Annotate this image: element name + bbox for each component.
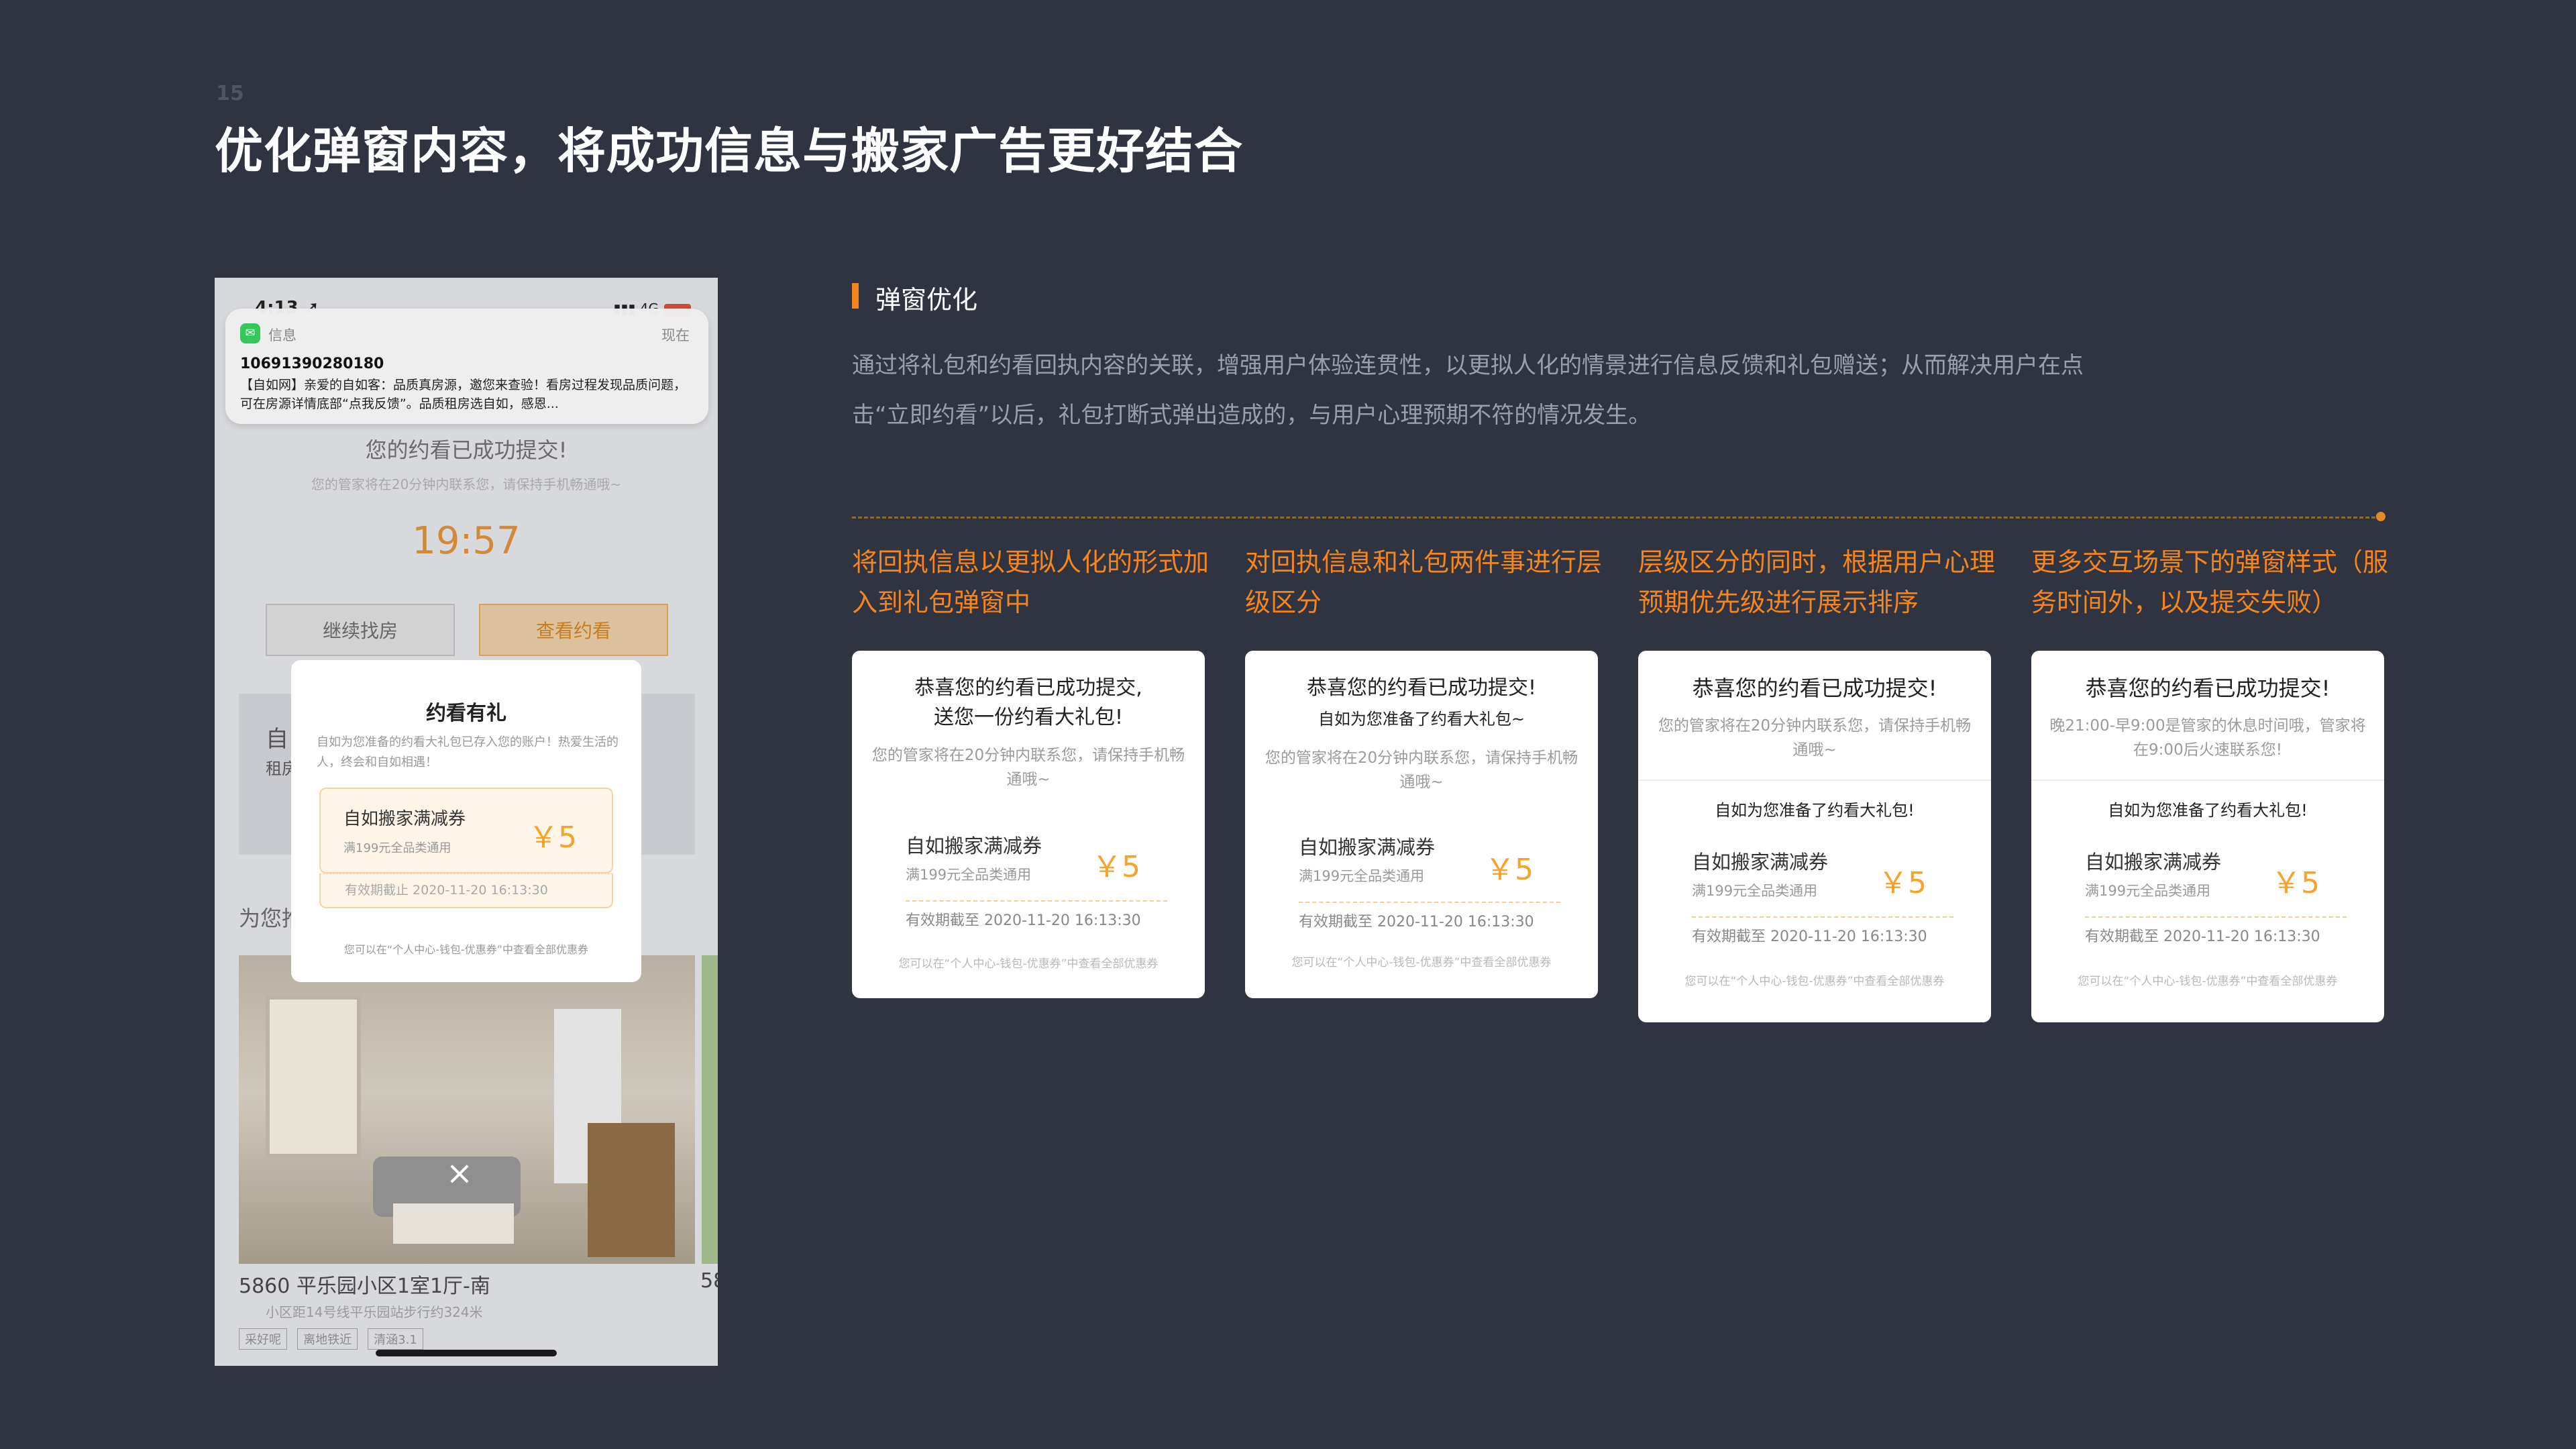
section-accent-bar: [852, 283, 859, 309]
room-window: [266, 996, 361, 1158]
card-coupon-name: 自如搬家满减券: [1299, 836, 1436, 859]
card-footer-note: 您可以在“个人中心-钱包-优惠券”中查看全部优惠券: [1291, 956, 1552, 969]
card-title-line1: 恭喜您的约看已成功提交!: [2085, 676, 2330, 701]
notification-sender: 10691390280180: [240, 356, 384, 372]
card-gift-line: 自如为您准备了约看大礼包!: [2108, 801, 2308, 820]
divider-dot: [2376, 512, 2385, 521]
bg-card-char: 自: [266, 726, 288, 753]
continue-search-button[interactable]: 继续找房: [266, 604, 455, 656]
room-cabinet: [588, 1123, 675, 1257]
card-coupon-value: ￥5: [1092, 850, 1140, 884]
success-subtitle: 您的管家将在20分钟内联系您，请保持手机畅通哦~: [311, 476, 622, 492]
card-coupon-name: 自如搬家满减券: [2085, 851, 2222, 873]
card-footer-note: 您可以在“个人中心-钱包-优惠券”中查看全部优惠券: [898, 957, 1159, 971]
listing-title[interactable]: 5860 平乐园小区1室1厅-南: [239, 1269, 490, 1299]
coupon-expiry: 有效期截止 2020-11-20 16:13:30: [319, 873, 613, 908]
card-dashed-divider: [906, 900, 1167, 902]
card-dashed-divider: [1692, 916, 1953, 918]
card-dashed-divider: [2085, 916, 2347, 918]
notification-app-name: 信息: [268, 327, 297, 343]
listing-subtitle: 小区距14号线平乐园站步行约324米: [266, 1304, 483, 1320]
listing-photo[interactable]: [239, 955, 695, 1264]
listing-tag: 离地铁近: [297, 1328, 358, 1350]
next-listing-photo[interactable]: [702, 955, 718, 1264]
notification-body: 【自如网】亲爱的自如客：品质真房源，邀您来查验！看房过程发现品质问题，可在房源详…: [240, 378, 687, 411]
card-footer-note: 您可以在“个人中心-钱包-优惠券”中查看全部优惠券: [2078, 975, 2338, 988]
modal-title: 约看有礼: [426, 702, 506, 725]
card-title-line2: 自如为您准备了约看大礼包~: [1318, 710, 1525, 729]
section-title: 弹窗优化: [875, 285, 978, 315]
modal-footer-note: 您可以在“个人中心-钱包-优惠券”中查看全部优惠券: [343, 943, 589, 956]
countdown-timer: 19:57: [412, 519, 521, 563]
home-indicator[interactable]: [376, 1350, 557, 1356]
dashed-divider: [852, 517, 2381, 519]
listing-tags: 采好呢 离地铁近 清涵3.1: [239, 1328, 430, 1350]
page-number: 15: [216, 82, 244, 105]
card-expiry: 有效期截至 2020-11-20 16:13:30: [1692, 928, 1927, 945]
close-icon[interactable]: ×: [443, 1157, 476, 1190]
messages-app-icon: ✉: [240, 323, 260, 343]
card-coupon-condition: 满199元全品类通用: [2085, 883, 2211, 899]
card-expiry: 有效期截至 2020-11-20 16:13:30: [906, 912, 1141, 929]
card-coupon-condition: 满199元全品类通用: [906, 867, 1032, 883]
card-coupon-value: ￥5: [1485, 853, 1534, 887]
card-subtitle: 您的管家将在20分钟内联系您，请保持手机畅通哦~: [1658, 717, 1972, 759]
card-dashed-divider: [1299, 902, 1560, 903]
card-title-line1: 恭喜您的约看已成功提交!: [1306, 676, 1537, 700]
section-description: 通过将礼包和约看回执内容的关联，增强用户体验连贯性，以更拟人化的情景进行信息反馈…: [852, 352, 2084, 429]
card-expiry: 有效期截至 2020-11-20 16:13:30: [2085, 928, 2320, 945]
coupon-card[interactable]: 自如搬家满减券 满199元全品类通用 ￥5: [319, 788, 613, 873]
card-footer-note: 您可以在“个人中心-钱包-优惠券”中查看全部优惠券: [1684, 975, 1945, 988]
gift-modal: 约看有礼 自如为您准备的约看大礼包已存入您的账户！热爱生活的人，终会和自如相遇！…: [291, 660, 641, 982]
phone-mockup: 4:13 ➚ ▮▮▮ 4G ✉ 信息 现在 10691390280180 【自如…: [215, 278, 718, 1366]
listing-title-next[interactable]: 58: [700, 1269, 718, 1293]
card-divider: [1638, 780, 1991, 781]
column-label-2: 对回执信息和礼包两件事进行层级区分: [1245, 547, 1603, 617]
popup-variant-card-1: 恭喜您的约看已成功提交, 送您一份约看大礼包! 您的管家将在20分钟内联系您，请…: [852, 651, 1205, 998]
card-expiry: 有效期截至 2020-11-20 16:13:30: [1299, 914, 1534, 930]
card-gift-line: 自如为您准备了约看大礼包!: [1715, 801, 1915, 820]
card-coupon-name: 自如搬家满减券: [906, 835, 1042, 857]
card-coupon-value: ￥5: [2271, 866, 2320, 900]
card-subtitle: 晚21:00-早9:00是管家的休息时间哦，管家将在9:00后火速联系您!: [2049, 717, 2366, 759]
column-label-1: 将回执信息以更拟人化的形式加入到礼包弹窗中: [852, 547, 1210, 617]
card-coupon-condition: 满199元全品类通用: [1692, 883, 1818, 899]
card-coupon-name: 自如搬家满减券: [1692, 851, 1829, 873]
status-bar: 4:13 ➚ ▮▮▮ 4G: [215, 284, 718, 318]
listing-tag: 采好呢: [239, 1328, 287, 1350]
coupon-condition: 满199元全品类通用: [343, 841, 451, 855]
page-title: 优化弹窗内容，将成功信息与搬家广告更好结合: [215, 123, 1244, 179]
popup-variant-card-3: 恭喜您的约看已成功提交! 您的管家将在20分钟内联系您，请保持手机畅通哦~ 自如…: [1638, 651, 1991, 1022]
coupon-name: 自如搬家满减券: [343, 809, 466, 829]
coupon-value: ￥5: [529, 820, 577, 855]
popup-variant-card-4: 恭喜您的约看已成功提交! 晚21:00-早9:00是管家的休息时间哦，管家将在9…: [2031, 651, 2384, 1022]
card-subtitle: 您的管家将在20分钟内联系您，请保持手机畅通哦~: [1265, 749, 1578, 791]
column-label-3: 层级区分的同时，根据用户心理预期优先级进行展示排序: [1638, 547, 1996, 617]
card-coupon-value: ￥5: [1878, 866, 1927, 900]
popup-variant-card-2: 恭喜您的约看已成功提交! 自如为您准备了约看大礼包~ 您的管家将在20分钟内联系…: [1245, 651, 1598, 998]
card-title-line1: 恭喜您的约看已成功提交,: [914, 676, 1142, 700]
modal-description: 自如为您准备的约看大礼包已存入您的账户！热爱生活的人，终会和自如相遇！: [317, 735, 619, 769]
view-appointment-button[interactable]: 查看约看: [479, 604, 668, 656]
card-subtitle: 您的管家将在20分钟内联系您，请保持手机畅通哦~: [871, 747, 1185, 788]
card-divider: [2031, 780, 2384, 781]
card-title-line1: 恭喜您的约看已成功提交!: [1692, 676, 1937, 701]
column-label-4: 更多交互场景下的弹窗样式（服务时间外，以及提交失败）: [2031, 547, 2389, 617]
card-coupon-condition: 满199元全品类通用: [1299, 868, 1425, 884]
success-title: 您的约看已成功提交!: [365, 437, 568, 463]
room-table: [393, 1203, 514, 1244]
card-title-line2: 送您一份约看大礼包!: [933, 706, 1124, 729]
sms-notification[interactable]: ✉ 信息 现在 10691390280180 【自如网】亲爱的自如客：品质真房源…: [225, 309, 708, 424]
listing-tag: 清涵3.1: [368, 1328, 423, 1350]
notification-time: 现在: [661, 327, 690, 343]
